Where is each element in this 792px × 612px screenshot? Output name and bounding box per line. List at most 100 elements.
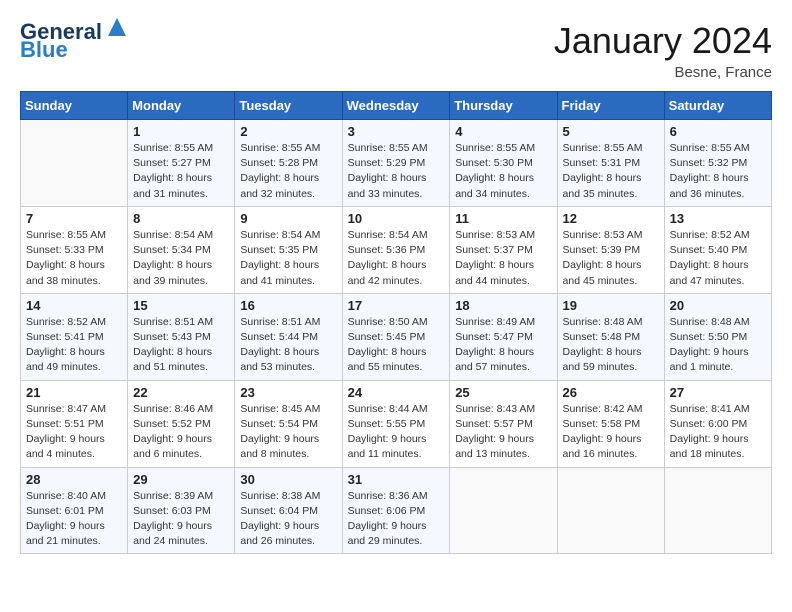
calendar-cell: 19 Sunrise: 8:48 AM Sunset: 5:48 PM Dayli… <box>557 293 664 380</box>
calendar-cell: 30 Sunrise: 8:38 AM Sunset: 6:04 PM Dayli… <box>235 467 342 554</box>
day-info: Sunrise: 8:43 AM Sunset: 5:57 PM Dayligh… <box>455 402 551 463</box>
calendar-cell: 10 Sunrise: 8:54 AM Sunset: 5:36 PM Dayli… <box>342 206 450 293</box>
day-number: 28 <box>26 472 122 487</box>
day-number: 4 <box>455 124 551 139</box>
day-info: Sunrise: 8:55 AM Sunset: 5:33 PM Dayligh… <box>26 228 122 289</box>
calendar-cell: 7Sunrise: 8:55 AM Sunset: 5:33 PM Daylig… <box>21 206 128 293</box>
day-info: Sunrise: 8:55 AM Sunset: 5:28 PM Dayligh… <box>240 141 336 202</box>
day-number: 1 <box>133 124 229 139</box>
calendar-cell: 12 Sunrise: 8:53 AM Sunset: 5:39 PM Dayli… <box>557 206 664 293</box>
calendar-cell: 2 Sunrise: 8:55 AM Sunset: 5:28 PM Daylig… <box>235 120 342 207</box>
day-number: 8 <box>133 211 229 226</box>
day-info: Sunrise: 8:55 AM Sunset: 5:31 PM Dayligh… <box>563 141 659 202</box>
calendar-cell: 29 Sunrise: 8:39 AM Sunset: 6:03 PM Dayli… <box>128 467 235 554</box>
logo: General Blue <box>20 20 128 62</box>
day-number: 10 <box>348 211 445 226</box>
calendar-week-4: 21Sunrise: 8:47 AM Sunset: 5:51 PM Dayli… <box>21 380 772 467</box>
calendar-cell: 1 Sunrise: 8:55 AM Sunset: 5:27 PM Daylig… <box>128 120 235 207</box>
day-number: 12 <box>563 211 659 226</box>
day-number: 6 <box>670 124 766 139</box>
weekday-header-saturday: Saturday <box>664 92 771 120</box>
calendar-week-5: 28Sunrise: 8:40 AM Sunset: 6:01 PM Dayli… <box>21 467 772 554</box>
calendar-cell: 3Sunrise: 8:55 AM Sunset: 5:29 PM Daylig… <box>342 120 450 207</box>
day-number: 11 <box>455 211 551 226</box>
day-info: Sunrise: 8:55 AM Sunset: 5:27 PM Dayligh… <box>133 141 229 202</box>
calendar-cell: 20Sunrise: 8:48 AM Sunset: 5:50 PM Dayli… <box>664 293 771 380</box>
calendar-cell: 17 Sunrise: 8:50 AM Sunset: 5:45 PM Dayli… <box>342 293 450 380</box>
weekday-header-sunday: Sunday <box>21 92 128 120</box>
day-number: 3 <box>348 124 445 139</box>
day-info: Sunrise: 8:53 AM Sunset: 5:39 PM Dayligh… <box>563 228 659 289</box>
calendar-cell: 15 Sunrise: 8:51 AM Sunset: 5:43 PM Dayli… <box>128 293 235 380</box>
weekday-header-tuesday: Tuesday <box>235 92 342 120</box>
day-number: 16 <box>240 298 336 313</box>
calendar-week-3: 14Sunrise: 8:52 AM Sunset: 5:41 PM Dayli… <box>21 293 772 380</box>
day-info: Sunrise: 8:54 AM Sunset: 5:36 PM Dayligh… <box>348 228 445 289</box>
day-info: Sunrise: 8:46 AM Sunset: 5:52 PM Dayligh… <box>133 402 229 463</box>
calendar-cell: 9 Sunrise: 8:54 AM Sunset: 5:35 PM Daylig… <box>235 206 342 293</box>
calendar-week-2: 7Sunrise: 8:55 AM Sunset: 5:33 PM Daylig… <box>21 206 772 293</box>
day-info: Sunrise: 8:41 AM Sunset: 6:00 PM Dayligh… <box>670 402 766 463</box>
calendar-cell: 27Sunrise: 8:41 AM Sunset: 6:00 PM Dayli… <box>664 380 771 467</box>
day-info: Sunrise: 8:50 AM Sunset: 5:45 PM Dayligh… <box>348 315 445 376</box>
calendar-table: SundayMondayTuesdayWednesdayThursdayFrid… <box>20 91 772 554</box>
day-number: 26 <box>563 385 659 400</box>
day-number: 23 <box>240 385 336 400</box>
calendar-cell: 31Sunrise: 8:36 AM Sunset: 6:06 PM Dayli… <box>342 467 450 554</box>
day-info: Sunrise: 8:36 AM Sunset: 6:06 PM Dayligh… <box>348 489 445 550</box>
day-info: Sunrise: 8:52 AM Sunset: 5:40 PM Dayligh… <box>670 228 766 289</box>
calendar-cell: 11 Sunrise: 8:53 AM Sunset: 5:37 PM Dayli… <box>450 206 557 293</box>
day-number: 15 <box>133 298 229 313</box>
calendar-cell: 5 Sunrise: 8:55 AM Sunset: 5:31 PM Daylig… <box>557 120 664 207</box>
day-info: Sunrise: 8:45 AM Sunset: 5:54 PM Dayligh… <box>240 402 336 463</box>
day-info: Sunrise: 8:51 AM Sunset: 5:44 PM Dayligh… <box>240 315 336 376</box>
day-number: 2 <box>240 124 336 139</box>
weekday-header-wednesday: Wednesday <box>342 92 450 120</box>
day-number: 13 <box>670 211 766 226</box>
day-info: Sunrise: 8:55 AM Sunset: 5:30 PM Dayligh… <box>455 141 551 202</box>
day-info: Sunrise: 8:52 AM Sunset: 5:41 PM Dayligh… <box>26 315 122 376</box>
calendar-week-1: 1 Sunrise: 8:55 AM Sunset: 5:27 PM Daylig… <box>21 120 772 207</box>
calendar-cell: 24Sunrise: 8:44 AM Sunset: 5:55 PM Dayli… <box>342 380 450 467</box>
weekday-header-row: SundayMondayTuesdayWednesdayThursdayFrid… <box>21 92 772 120</box>
calendar-cell <box>664 467 771 554</box>
day-number: 19 <box>563 298 659 313</box>
day-info: Sunrise: 8:49 AM Sunset: 5:47 PM Dayligh… <box>455 315 551 376</box>
day-number: 29 <box>133 472 229 487</box>
calendar-cell: 21Sunrise: 8:47 AM Sunset: 5:51 PM Dayli… <box>21 380 128 467</box>
day-info: Sunrise: 8:38 AM Sunset: 6:04 PM Dayligh… <box>240 489 336 550</box>
calendar-cell: 13 Sunrise: 8:52 AM Sunset: 5:40 PM Dayli… <box>664 206 771 293</box>
day-number: 20 <box>670 298 766 313</box>
day-number: 18 <box>455 298 551 313</box>
calendar-cell: 26 Sunrise: 8:42 AM Sunset: 5:58 PM Dayli… <box>557 380 664 467</box>
location: Besne, France <box>554 64 772 81</box>
day-info: Sunrise: 8:51 AM Sunset: 5:43 PM Dayligh… <box>133 315 229 376</box>
logo-blue: Blue <box>20 38 68 62</box>
day-number: 21 <box>26 385 122 400</box>
day-info: Sunrise: 8:44 AM Sunset: 5:55 PM Dayligh… <box>348 402 445 463</box>
calendar-cell: 8Sunrise: 8:54 AM Sunset: 5:34 PM Daylig… <box>128 206 235 293</box>
day-number: 5 <box>563 124 659 139</box>
calendar-cell: 14Sunrise: 8:52 AM Sunset: 5:41 PM Dayli… <box>21 293 128 380</box>
day-number: 25 <box>455 385 551 400</box>
calendar-body: 1 Sunrise: 8:55 AM Sunset: 5:27 PM Daylig… <box>21 120 772 554</box>
day-info: Sunrise: 8:42 AM Sunset: 5:58 PM Dayligh… <box>563 402 659 463</box>
day-number: 9 <box>240 211 336 226</box>
calendar-cell <box>557 467 664 554</box>
weekday-header-monday: Monday <box>128 92 235 120</box>
calendar-cell: 25 Sunrise: 8:43 AM Sunset: 5:57 PM Dayli… <box>450 380 557 467</box>
calendar-cell <box>21 120 128 207</box>
day-number: 17 <box>348 298 445 313</box>
calendar-cell: 4 Sunrise: 8:55 AM Sunset: 5:30 PM Daylig… <box>450 120 557 207</box>
day-number: 30 <box>240 472 336 487</box>
calendar-cell <box>450 467 557 554</box>
calendar-cell: 6 Sunrise: 8:55 AM Sunset: 5:32 PM Daylig… <box>664 120 771 207</box>
day-info: Sunrise: 8:55 AM Sunset: 5:32 PM Dayligh… <box>670 141 766 202</box>
day-info: Sunrise: 8:48 AM Sunset: 5:48 PM Dayligh… <box>563 315 659 376</box>
day-number: 22 <box>133 385 229 400</box>
day-info: Sunrise: 8:53 AM Sunset: 5:37 PM Dayligh… <box>455 228 551 289</box>
weekday-header-friday: Friday <box>557 92 664 120</box>
day-info: Sunrise: 8:39 AM Sunset: 6:03 PM Dayligh… <box>133 489 229 550</box>
title-block: January 2024 Besne, France <box>554 20 772 81</box>
day-info: Sunrise: 8:54 AM Sunset: 5:35 PM Dayligh… <box>240 228 336 289</box>
